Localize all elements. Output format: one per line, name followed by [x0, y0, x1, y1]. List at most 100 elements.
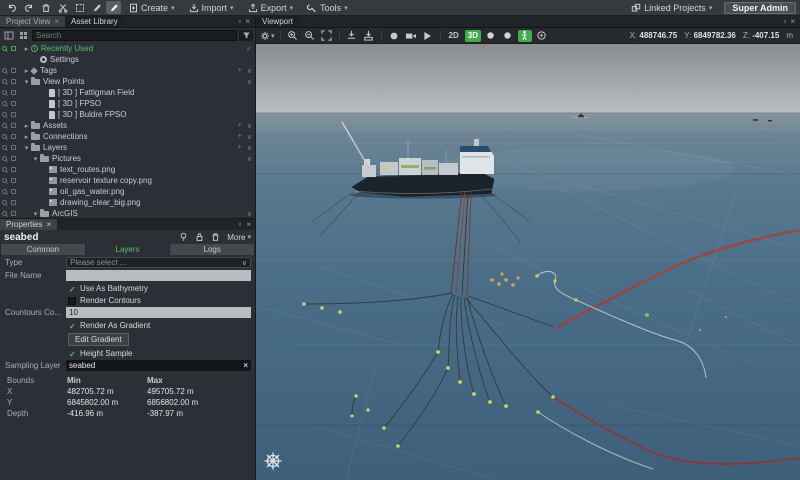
checkbox-use-as-bathymetry[interactable]: ✓ Use As Bathymetry: [68, 284, 255, 293]
maximize-panel-icon[interactable]: ▫: [238, 220, 241, 229]
3d-scene[interactable]: [256, 44, 800, 480]
tree-item-3d-fpso[interactable]: [ 3D ] FPSO: [0, 98, 255, 109]
linked-projects-button[interactable]: Linked Projects ▾: [625, 1, 718, 14]
focus-icon[interactable]: [11, 90, 16, 95]
save-view-icon[interactable]: [345, 30, 359, 42]
toggle-circle-icon[interactable]: [484, 30, 498, 42]
sampling-layer-input[interactable]: ×: [66, 360, 251, 371]
maximize-panel-icon[interactable]: ▫: [238, 17, 241, 26]
caret-icon[interactable]: ∨: [247, 122, 252, 130]
helm-icon[interactable]: [263, 451, 283, 471]
caret-icon[interactable]: ∨: [247, 78, 252, 86]
caret-icon[interactable]: ∨: [247, 133, 252, 141]
plus-icon[interactable]: +: [238, 122, 242, 129]
expand-arrow-icon[interactable]: ▸: [22, 122, 31, 130]
zoom-to-icon[interactable]: [2, 90, 7, 95]
caret-icon[interactable]: ∨: [247, 144, 252, 152]
zoom-to-icon[interactable]: [2, 134, 7, 139]
video-camera-icon[interactable]: [404, 30, 418, 42]
checkbox-icon[interactable]: [68, 296, 76, 305]
mode-2d-button[interactable]: 2D: [446, 30, 462, 42]
select-icon[interactable]: [72, 1, 87, 14]
filter-icon[interactable]: [239, 29, 253, 41]
record-icon[interactable]: [387, 30, 401, 42]
collapse-arrow-icon[interactable]: ▾: [31, 155, 40, 163]
focus-icon[interactable]: [11, 211, 16, 216]
fullscreen-icon[interactable]: [320, 30, 334, 42]
checkbox-icon[interactable]: ✓: [68, 350, 76, 358]
zoom-to-icon[interactable]: [2, 79, 7, 84]
zoom-to-icon[interactable]: [2, 156, 7, 161]
clear-icon[interactable]: ×: [243, 361, 248, 370]
zoom-to-icon[interactable]: [2, 46, 7, 51]
focus-icon[interactable]: [11, 134, 16, 139]
close-panel-icon[interactable]: ×: [790, 17, 795, 26]
focus-icon[interactable]: [11, 68, 16, 73]
focus-icon[interactable]: [11, 112, 16, 117]
grid-icon[interactable]: [17, 30, 30, 41]
play-icon[interactable]: [421, 30, 435, 42]
collapse-arrow-icon[interactable]: ▾: [22, 144, 31, 152]
redo-icon[interactable]: [21, 1, 36, 14]
bulb-icon[interactable]: [179, 232, 188, 242]
tree-item-settings[interactable]: Settings: [0, 54, 255, 65]
close-icon[interactable]: ×: [46, 220, 51, 229]
walk-mode-icon[interactable]: [517, 29, 532, 42]
edit-gradient-button[interactable]: Edit Gradient: [68, 333, 129, 346]
contours-count-input[interactable]: [66, 307, 251, 318]
checkbox-height-sample[interactable]: ✓ Height Sample: [68, 349, 255, 358]
checkbox-icon[interactable]: ✓: [68, 285, 76, 293]
tree-item-arcgis[interactable]: ▾ ArcGIS ∨: [0, 208, 255, 218]
load-view-icon[interactable]: [362, 30, 376, 42]
tree-item-text-routes-png[interactable]: text_routes.png: [0, 164, 255, 175]
tree-item-3d-buldre-fpso[interactable]: [ 3D ] Buldre FPSO: [0, 109, 255, 120]
checkbox-render-as-gradient[interactable]: ✓ Render As Gradient: [68, 321, 255, 330]
create-menu-button[interactable]: Create ▾: [123, 1, 181, 14]
focus-icon[interactable]: [11, 123, 16, 128]
expand-arrow-icon[interactable]: ▸: [22, 133, 31, 141]
zoom-to-icon[interactable]: [2, 112, 7, 117]
user-button[interactable]: Super Admin: [724, 1, 796, 14]
zoom-to-icon[interactable]: [2, 145, 7, 150]
tree-item-connections[interactable]: ▸ Connections + ∨: [0, 131, 255, 142]
tree-item-layers[interactable]: ▾ Layers + ∨: [0, 142, 255, 153]
plus-icon[interactable]: +: [238, 144, 242, 151]
more-button[interactable]: More ▾: [227, 233, 251, 242]
zoom-to-icon[interactable]: [2, 101, 7, 106]
tab-logs[interactable]: Logs: [170, 244, 255, 255]
tree-item-oil-gas-water-png[interactable]: oil_gas_water.png: [0, 186, 255, 197]
close-icon[interactable]: ×: [54, 17, 59, 26]
collapse-arrow-icon[interactable]: ▾: [22, 78, 31, 86]
focus-icon[interactable]: [11, 145, 16, 150]
toggle-circle-icon[interactable]: [501, 30, 515, 42]
zoom-to-icon[interactable]: [2, 211, 7, 216]
sampling-layer-value[interactable]: [69, 361, 244, 370]
panel-toggle-icon[interactable]: [2, 30, 15, 41]
cut-icon[interactable]: [55, 1, 70, 14]
target-icon[interactable]: [535, 30, 549, 42]
focus-icon[interactable]: [11, 156, 16, 161]
gear-icon[interactable]: ▾: [260, 30, 275, 42]
tree-item-reservoir-texture-copy-png[interactable]: reservoir texture copy.png: [0, 175, 255, 186]
focus-icon[interactable]: [11, 178, 16, 183]
checkbox-render-contours[interactable]: Render Contours: [68, 296, 255, 305]
tree-item-drawing-clear-big-png[interactable]: drawing_clear_big.png: [0, 197, 255, 208]
zoom-to-icon[interactable]: [2, 68, 7, 73]
search-input[interactable]: [32, 29, 237, 41]
tree-item-assets[interactable]: ▸ Assets + ∨: [0, 120, 255, 131]
tab-common[interactable]: Common: [1, 244, 85, 255]
tree-item-pictures[interactable]: ▾ Pictures ∨: [0, 153, 255, 164]
focus-icon[interactable]: [11, 46, 16, 51]
caret-icon[interactable]: ∨: [247, 210, 252, 218]
type-select[interactable]: Please select ... ∨: [66, 257, 251, 268]
tab-project-view[interactable]: Project View ×: [0, 16, 65, 27]
check-icon[interactable]: ✓: [246, 45, 252, 53]
lock-icon[interactable]: [195, 232, 204, 242]
close-panel-icon[interactable]: ×: [245, 17, 250, 26]
focus-icon[interactable]: [11, 189, 16, 194]
focus-icon[interactable]: [11, 101, 16, 106]
export-menu-button[interactable]: Export ▾: [242, 1, 300, 14]
tree-item-3d-fattigman-field[interactable]: [ 3D ] Fattigman Field: [0, 87, 255, 98]
zoom-out-icon[interactable]: [303, 30, 317, 42]
tab-viewport[interactable]: Viewport: [256, 16, 299, 27]
